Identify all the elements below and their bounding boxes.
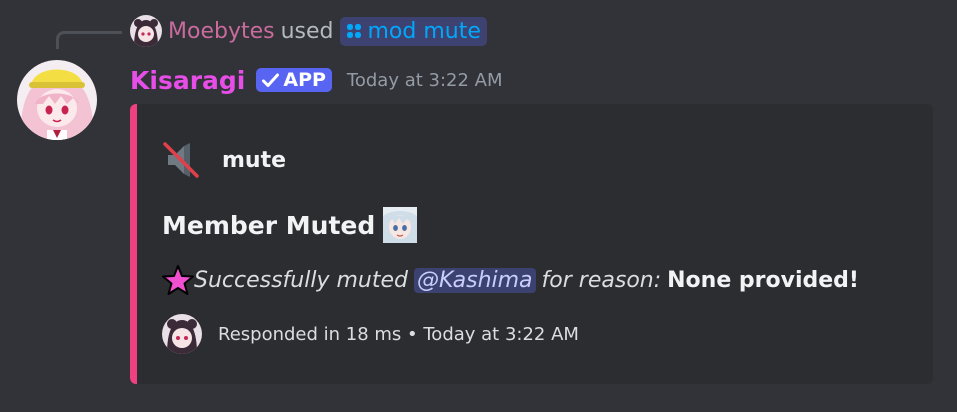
anime-girl-emoji — [383, 207, 418, 243]
reply-context[interactable]: Moebytes used mod mute — [130, 13, 487, 49]
message-timestamp[interactable]: Today at 3:22 AM — [347, 70, 503, 91]
slash-command-link[interactable]: mod mute — [339, 16, 487, 46]
verified-check-icon — [262, 73, 280, 87]
embed-footer: Responded in 18 ms • Today at 3:22 AM — [162, 314, 579, 354]
command-icon — [346, 24, 361, 38]
embed-title: Member Muted — [162, 206, 418, 244]
embed-author-name: mute — [222, 147, 287, 173]
muted-speaker-icon — [163, 142, 199, 178]
embed-description: Successfully muted @Kashima for reason: … — [162, 261, 859, 299]
bot-avatar[interactable] — [17, 60, 97, 140]
bot-username[interactable]: Kisaragi — [130, 66, 245, 95]
embed-author: mute — [162, 140, 286, 180]
embed-card: mute Member Muted Successfully muted @Ka… — [130, 104, 933, 384]
reply-username[interactable]: Moebytes — [168, 19, 275, 44]
reply-user-avatar[interactable] — [130, 15, 162, 47]
user-mention[interactable]: @Kashima — [413, 267, 536, 293]
app-badge: APP — [256, 68, 332, 92]
description-middle: for reason: — [541, 267, 662, 293]
reply-used-text: used — [280, 18, 334, 44]
embed-title-text: Member Muted — [162, 210, 376, 240]
footer-text: Responded in 18 ms • Today at 3:22 AM — [218, 323, 579, 345]
reply-connector-line — [56, 31, 122, 49]
app-badge-label: APP — [283, 69, 326, 91]
slash-command-name: mod mute — [367, 18, 481, 44]
description-prefix: Successfully muted — [194, 267, 408, 293]
discord-message-view: { "reply": { "user": "Moebytes", "used_t… — [0, 0, 957, 412]
embed-accent-stripe — [130, 104, 137, 384]
footer-avatar — [162, 314, 202, 354]
pink-star-icon — [162, 265, 194, 295]
mute-reason: None provided! — [667, 267, 859, 293]
message-header: Kisaragi APP Today at 3:22 AM — [130, 61, 503, 99]
